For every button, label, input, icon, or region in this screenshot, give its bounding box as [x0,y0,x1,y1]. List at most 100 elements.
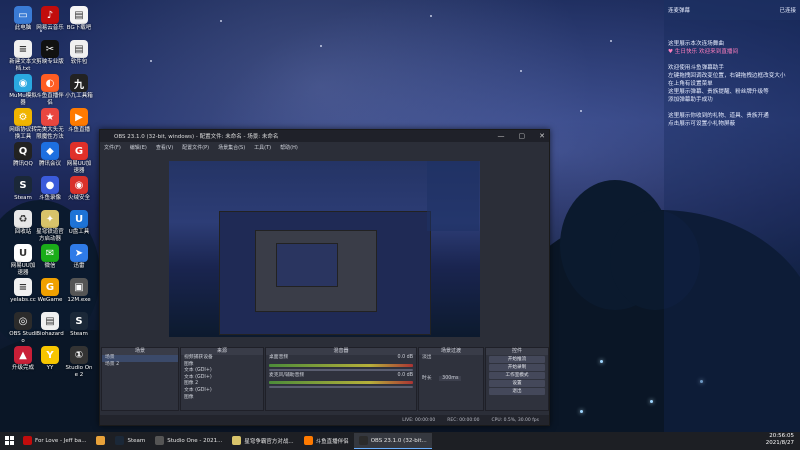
transition-duration-field[interactable]: 300ms [439,375,462,381]
taskbar-item[interactable] [91,433,110,449]
app-icon: ▤ [70,6,88,24]
mixer-channel-db: 0.0 dB [397,355,414,360]
app-icon: U [14,244,32,262]
desktop-icon[interactable]: ⚙ 网络协议转换工具 [8,108,38,140]
taskbar-item-label: 星穹争霸官方对战... [244,438,294,445]
source-item[interactable]: 文本 (GDI+) [181,368,263,375]
taskbar-item-label: Steam [127,437,146,444]
source-list: 视频捕获设备 图像 文本 (GDI+) 文本 (GDI+) 图像 2 文本 (GDI+) 图… [181,355,263,401]
source-item[interactable]: 视频捕获设备 [181,355,263,362]
taskbar-item[interactable]: Studio One - 2021... [150,433,227,449]
desktop-icon[interactable]: ◉ MuMu模拟器 [8,74,38,106]
desktop-icon[interactable]: G WeGame [35,278,65,304]
taskbar-item-label: Studio One - 2021... [167,437,223,444]
app-icon: ▭ [14,6,32,24]
menu-item[interactable]: 帮助(H) [280,144,298,151]
app-icon [358,436,368,445]
desktop-icon[interactable]: ① Studio One 2 [64,346,94,378]
obs-window[interactable]: OBS 23.1.0 (32-bit, windows) - 配置文件: 未命名… [99,129,550,426]
desktop-icon[interactable]: ● 斗鱼录像 [35,176,65,202]
taskbar-item[interactable]: OBS 23.1.0 (32-bit... [353,433,432,449]
desktop-icon[interactable]: ➤ 迅雷 [64,244,94,270]
obs-status-bar: LIVE: 00:00:00 REC: 00:00:00 CPU: 0.5%, … [100,415,549,425]
desktop-icon[interactable]: ◐ 斗鱼直播伴侣 [35,74,65,106]
desktop-icon[interactable]: G 网易UU加速器 [64,142,94,174]
scene-item[interactable]: 场景 [102,355,178,362]
app-icon: ▣ [70,278,88,296]
taskbar-item[interactable]: 斗鱼直播伴侣 [299,433,354,449]
app-icon: ➤ [70,244,88,262]
desktop-icon[interactable]: ♪ 网易云音乐 [35,6,65,32]
taskbar-item[interactable]: 星穹争霸官方对战... [227,433,298,449]
desktop-icon[interactable]: ◎ OBS Studio [8,312,38,344]
app-icon: G [70,142,88,160]
desktop-icon[interactable]: ✉ 微信 [35,244,65,270]
transitions-dock: 场景过渡 淡出 时长 300ms [418,347,484,411]
scene-item[interactable]: 场景 2 [102,362,178,369]
chat-header-title: 连麦弹幕 [668,8,691,14]
control-button[interactable]: 设置 [489,380,545,387]
menu-item[interactable]: 工具(T) [254,144,271,151]
taskbar-item[interactable]: For Love - Jeff ba... [18,433,91,449]
danmaku-chat-panel[interactable]: 连麦弹幕 已连接 这里展示本次连场舞曲 ♥ 生日快乐 欢迎来到直播间 欢迎使用斗鱼弹… [664,0,800,432]
preview-area[interactable] [100,152,549,344]
menu-item[interactable]: 文件(F) [104,144,121,151]
menu-item[interactable]: 配置文件(P) [182,144,209,151]
volume-slider[interactable] [269,386,413,389]
volume-slider[interactable] [269,368,413,371]
controls-dock: 控件 开始推流 开始录制 工作室模式 设置 退出 [485,347,549,411]
start-button[interactable] [0,433,18,449]
desktop-icon[interactable]: ✂ 剪映专业版 [35,40,65,66]
desktop-icon[interactable]: ▣ 12M.exe [64,278,94,304]
menu-item[interactable]: 场景集合(S) [218,144,245,151]
control-button[interactable]: 开始录制 [489,364,545,371]
chat-header[interactable]: 连麦弹幕 已连接 [664,0,800,20]
desktop-icon[interactable]: ◆ 腾讯会议 [35,142,65,168]
desktop-icon[interactable]: ◉ 火绒安全 [64,176,94,202]
desktop-icon[interactable]: ▲ 升级完成 [8,346,38,372]
desktop-icon[interactable]: ▤ Biohazard [35,312,65,338]
chat-message: 这里展示弹幕、贵族提醒、粉丝牌升级等 [668,89,769,95]
close-icon[interactable]: ✕ [539,132,545,140]
system-clock[interactable]: 20:56:05 2021/8/27 [766,433,794,447]
app-icon: ♪ [41,6,59,24]
desktop-icon[interactable]: ▤ BG下载吧 [64,6,94,32]
desktop-icon[interactable]: S Steam [8,176,38,202]
desktop-icon[interactable]: ≡ 新建文本文档.txt [8,40,38,72]
taskbar-item[interactable]: Steam [110,433,150,449]
desktop-icon[interactable]: ★ 完美大头无限魔性方法 [35,108,65,140]
desktop-icon[interactable]: ♻ 回收站 [8,210,38,236]
obs-title-bar[interactable]: OBS 23.1.0 (32-bit, windows) - 配置文件: 未命名… [100,130,549,142]
desktop-icon[interactable]: ✦ 星穹铁道官方启动器 [35,210,65,242]
source-item[interactable]: 图像 [181,395,263,402]
desktop-icon-label: 回收站 [14,229,32,235]
preview-canvas[interactable] [169,161,480,337]
app-icon: ≡ [14,278,32,296]
desktop-icon[interactable]: U U盘工具 [64,210,94,236]
source-item[interactable]: 图像 2 [181,381,263,388]
desktop-icon[interactable]: Q 腾讯QQ [8,142,38,168]
desktop-icon[interactable]: Y YY [35,346,65,372]
desktop-icon[interactable]: U 网易UU加速器 [8,244,38,276]
transition-type-select[interactable]: 淡出 [419,355,483,362]
desktop-icon[interactable]: ▤ 软件包 [64,40,94,66]
source-item[interactable]: 文本 (GDI+) [181,388,263,395]
app-icon: ≡ [14,40,32,58]
chat-header-status: 已连接 [779,8,796,14]
desktop-icon[interactable]: 九小九工具箱 [64,74,94,100]
menu-item[interactable]: 编辑(E) [130,144,147,151]
control-button[interactable]: 工作室模式 [489,372,545,379]
app-icon: ▶ [70,108,88,126]
control-button[interactable]: 开始推流 [489,356,545,363]
menu-item[interactable]: 查看(V) [156,144,173,151]
desktop-icon[interactable]: ▭ 此电脑 [8,6,38,32]
transition-duration-row: 时长 300ms [419,375,483,383]
maximize-icon[interactable]: ▢ [519,132,526,140]
minimize-icon[interactable]: — [498,132,505,140]
desktop-icon-label: 斗鱼直播 [67,127,90,133]
desktop-icon[interactable]: S Steam [64,312,94,338]
desktop-icon[interactable]: ≡ yelabs.cc [8,278,38,304]
control-button[interactable]: 退出 [489,388,545,395]
desktop-icon[interactable]: ▶ 斗鱼直播 [64,108,94,134]
clock-time: 20:56:05 [769,433,794,439]
